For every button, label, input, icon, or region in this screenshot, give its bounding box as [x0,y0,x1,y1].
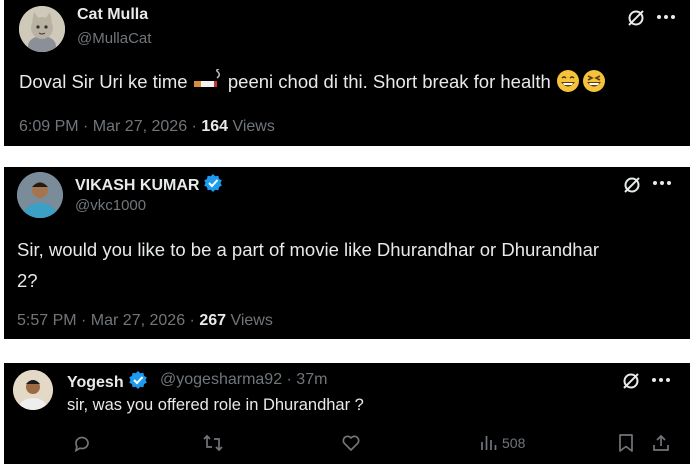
views-count: 267 [199,312,227,329]
display-name[interactable]: Cat Mulla [77,6,148,24]
views-count: 164 [201,118,229,135]
tweet-timestamp[interactable]: 5:57 PM · Mar 27, 2026 · [17,312,199,329]
display-name-text: VIKASH KUMAR [75,177,200,194]
more-icon[interactable] [652,179,672,187]
tweet-text-part1: Doval Sir Uri ke time [19,71,193,92]
tweet-text: Sir, would you like to be a part of movi… [17,234,677,296]
like-icon [342,435,360,451]
reply-icon [74,436,89,453]
display-name[interactable]: Yogesh [67,370,148,392]
views-label: Views [226,312,273,329]
like-button[interactable] [341,433,361,453]
share-icon [653,434,669,451]
tweet-text: Doval Sir Uri ke time peeni chod di thi.… [19,66,606,97]
tweet-text-part2: peeni chod di thi. Short break for healt… [222,71,556,92]
grinning-emoji [556,70,579,92]
retweet-icon [203,434,223,452]
tweet-text-line1: Sir, would you like to be a part of movi… [17,239,600,260]
user-handle[interactable]: @vkc1000 [75,197,146,214]
grok-icon[interactable] [621,174,643,196]
share-button[interactable] [651,433,671,453]
display-name[interactable]: VIKASH KUMAR [75,173,223,195]
cat-avatar-image [19,6,65,52]
person-avatar-image [13,370,53,410]
tweet-meta: 5:57 PM · Mar 27, 2026 · 267 Views [17,312,273,330]
tweet-card-yogesh: Yogesh @yogesharma92 · 37m sir, was you … [4,363,690,464]
views-icon [481,436,497,450]
grok-icon[interactable] [625,7,647,29]
tweet-card-cat-mulla: Cat Mulla @MullaCat Doval Sir Uri ke tim… [4,0,690,146]
avatar[interactable] [19,6,65,52]
cigarette-emoji [193,68,220,87]
bookmark-button[interactable] [617,433,635,453]
bookmark-icon [619,434,633,452]
tweet-timestamp[interactable]: 6:09 PM · Mar 27, 2026 · [19,118,201,135]
views-label: Views [228,118,275,135]
views-button[interactable]: 508 [478,433,525,453]
retweet-button[interactable] [202,433,224,453]
tweet-card-vikash-kumar: VIKASH KUMAR @vkc1000 Sir, would you lik… [4,167,690,339]
verified-badge-icon [128,371,147,389]
reply-button[interactable] [72,433,92,453]
avatar[interactable] [17,172,63,218]
laughing-emoji [582,70,605,92]
user-handle-and-time[interactable]: @yogesharma92 · 37m [160,371,327,389]
verified-badge-icon [204,174,223,192]
tweet-text-line2: 2? [17,270,38,291]
person-avatar-image [17,172,63,218]
grok-icon[interactable] [620,370,642,392]
avatar[interactable] [13,370,53,410]
views-count: 508 [502,435,526,451]
more-icon[interactable] [656,13,676,21]
display-name-text: Yogesh [67,374,124,391]
more-icon[interactable] [651,376,671,384]
tweet-meta: 6:09 PM · Mar 27, 2026 · 164 Views [19,118,275,136]
user-handle[interactable]: @MullaCat [77,30,151,47]
tweet-text: sir, was you offered role in Dhurandhar … [67,396,364,414]
